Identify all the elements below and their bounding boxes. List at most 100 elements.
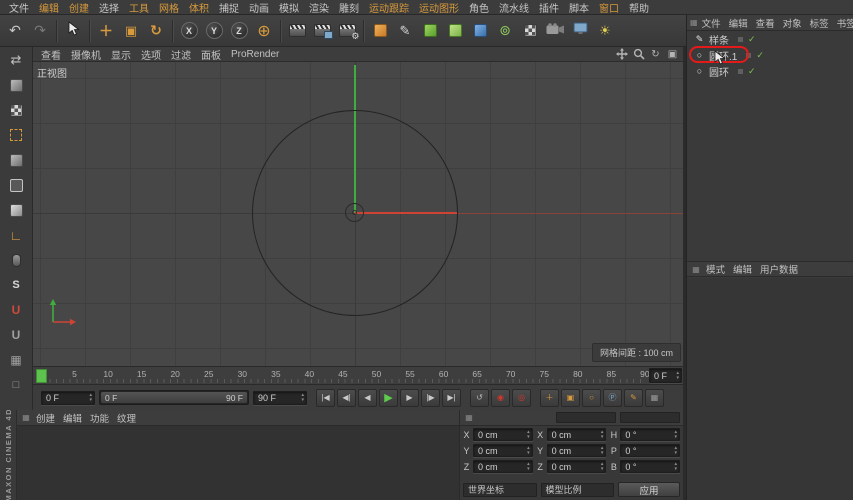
undo-button[interactable]: ↶ [3, 19, 27, 43]
viewport-solo-button[interactable] [3, 249, 29, 271]
material-area[interactable] [17, 426, 459, 500]
record-scale-button[interactable]: ▣ [561, 388, 580, 407]
timeline-ruler[interactable]: 5 10 15 20 25 30 35 40 45 50 55 60 65 70 75 80 85 90 0 F [33, 366, 683, 384]
quantize-button[interactable]: U [3, 299, 29, 321]
attribute-manager-menu-item[interactable]: 编辑 [729, 262, 756, 276]
size-dropdown[interactable]: 模型比例 [540, 482, 614, 497]
prev-frame-button[interactable]: ◀ [358, 388, 377, 407]
workplane-button[interactable]: ▦ [3, 349, 29, 371]
menubar-item[interactable]: 模拟 [274, 0, 304, 15]
play-button[interactable]: ▶ [379, 388, 398, 407]
size-mode-dropdown[interactable] [556, 412, 616, 423]
spinner-icon[interactable] [524, 430, 530, 440]
menubar-item[interactable]: 运动图形 [414, 0, 464, 15]
menubar-item[interactable]: 选择 [94, 0, 124, 15]
menubar-item[interactable]: 雕刻 [334, 0, 364, 15]
menubar-item[interactable]: 脚本 [564, 0, 594, 15]
rotation-b-field[interactable]: 0 ° [620, 460, 681, 473]
playhead[interactable] [36, 369, 47, 383]
panel-grip-icon[interactable] [20, 413, 32, 422]
camera-button[interactable] [543, 19, 567, 43]
material-menu-item[interactable]: 功能 [86, 411, 113, 425]
menubar-item[interactable]: 插件 [534, 0, 564, 15]
spinner-icon[interactable] [598, 446, 604, 456]
timeline-options-button[interactable]: ▦ [645, 388, 664, 407]
workplane-mode-button[interactable] [3, 124, 29, 146]
loop-button[interactable]: ↺ [470, 388, 489, 407]
object-row[interactable]: ○ 圆环 ✓ [687, 63, 853, 79]
prev-key-button[interactable]: ◀| [337, 388, 356, 407]
size-x-field[interactable]: 0 cm [546, 428, 607, 441]
render-settings-button[interactable] [335, 19, 360, 43]
current-frame-field[interactable]: 0 F [649, 368, 682, 383]
object-manager-menu-item[interactable]: 查看 [752, 16, 779, 30]
position-x-field[interactable]: 0 cm [473, 428, 533, 441]
spinner-icon[interactable] [673, 371, 679, 381]
record-rotation-button[interactable]: ○ [582, 388, 601, 407]
goto-end-button[interactable]: ▶| [442, 388, 461, 407]
spinner-icon[interactable] [298, 393, 304, 403]
size-z-field[interactable]: 0 cm [546, 460, 607, 473]
spinner-icon[interactable] [672, 462, 678, 472]
menubar-item[interactable]: 体积 [184, 0, 214, 15]
texture-mode-button[interactable] [3, 99, 29, 121]
object-name[interactable]: 样条 [709, 32, 729, 47]
object-row[interactable]: ○圆环.1✓ [687, 46, 853, 65]
lock-z-axis-button[interactable]: Z [227, 19, 251, 43]
playback-start-field[interactable]: 0 F [41, 390, 95, 405]
material-menu-item[interactable]: 编辑 [59, 411, 86, 425]
points-mode-button[interactable] [3, 149, 29, 171]
visibility-dots-icon[interactable] [737, 35, 744, 43]
toggle-view-icon[interactable] [666, 48, 679, 61]
display-button[interactable] [568, 19, 592, 43]
floor-button[interactable] [518, 19, 542, 43]
attribute-manager-menu-item[interactable]: 模式 [702, 262, 729, 276]
menubar-item[interactable]: 网格 [154, 0, 184, 15]
menubar-item[interactable]: 创建 [64, 0, 94, 15]
viewport-menu-item[interactable]: 面板 [196, 47, 226, 62]
menubar-item[interactable]: 渲染 [304, 0, 334, 15]
menubar-item[interactable]: 运动跟踪 [364, 0, 414, 15]
field-button[interactable] [468, 19, 492, 43]
record-point-level-button[interactable]: ✎ [624, 388, 643, 407]
playback-end-field[interactable]: 90 F [253, 390, 307, 405]
redo-button[interactable]: ↷ [28, 19, 52, 43]
menubar-item[interactable]: 角色 [464, 0, 494, 15]
record-keyframe-button[interactable]: ◉ [491, 388, 510, 407]
light-button[interactable]: ☀ [593, 19, 617, 43]
mograph-cloner-button[interactable]: ⊚ [493, 19, 517, 43]
rotation-p-field[interactable]: 0 ° [620, 444, 681, 457]
rotation-h-field[interactable]: 0 ° [620, 428, 681, 441]
live-selection-button[interactable] [61, 19, 85, 43]
autokey-button[interactable]: ◎ [512, 388, 531, 407]
rotation-mode-dropdown[interactable] [620, 412, 680, 423]
preview-range-bar[interactable]: 0 F 90 F [101, 392, 247, 403]
next-key-button[interactable]: |▶ [421, 388, 440, 407]
object-manager-menu-item[interactable]: 编辑 [725, 16, 752, 30]
viewport-menu-item[interactable]: 摄像机 [66, 47, 106, 62]
spinner-icon[interactable] [672, 446, 678, 456]
render-picture-viewer-button[interactable] [310, 19, 334, 43]
apply-button[interactable]: 应用 [618, 482, 680, 497]
zoom-view-icon[interactable] [632, 48, 645, 61]
spinner-icon[interactable] [598, 430, 604, 440]
preview-range-slider[interactable]: 0 F 90 F [99, 390, 249, 405]
goto-start-button[interactable]: |◀ [316, 388, 335, 407]
position-z-field[interactable]: 0 cm [473, 460, 533, 473]
menubar-item[interactable]: 文件 [4, 0, 34, 15]
model-mode-button[interactable] [3, 74, 29, 96]
magnet-button[interactable]: U [3, 324, 29, 346]
menubar-item[interactable]: 编辑 [34, 0, 64, 15]
object-manager-menu-item[interactable]: 书签 [833, 16, 853, 30]
spinner-icon[interactable] [524, 462, 530, 472]
enable-axis-button[interactable]: ∟ [3, 224, 29, 246]
rotate-view-icon[interactable] [649, 48, 662, 61]
enabled-check-icon[interactable]: ✓ [756, 50, 764, 61]
visibility-dots-icon[interactable] [737, 67, 744, 75]
snap-button[interactable]: S [3, 274, 29, 296]
record-parameter-button[interactable]: Ⓟ [603, 388, 622, 407]
spinner-icon[interactable] [524, 446, 530, 456]
menubar-item[interactable]: 工具 [124, 0, 154, 15]
attribute-manager-menu-item[interactable]: 用户数据 [756, 262, 802, 276]
edges-mode-button[interactable] [3, 174, 29, 196]
